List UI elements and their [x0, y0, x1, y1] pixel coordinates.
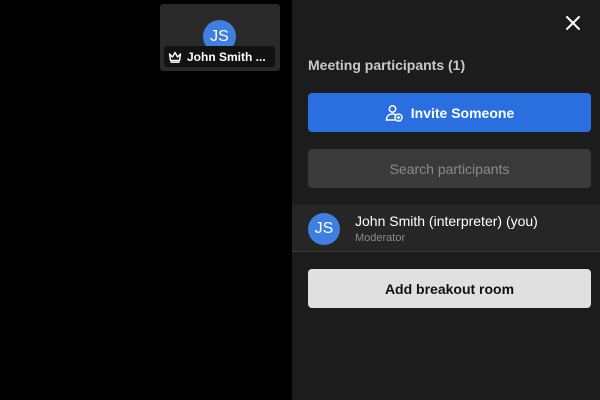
participant-role: Moderator [355, 232, 406, 244]
tile-participant-name: John Smith ... [187, 49, 266, 64]
participant-list-item[interactable]: JS John Smith (interpreter) (you) Modera… [292, 205, 600, 252]
participant-name: John Smith (interpreter) (you) [355, 213, 538, 229]
invite-button-label: Invite Someone [410, 104, 515, 121]
participant-video-tile[interactable]: JS John Smith ... [160, 4, 280, 71]
search-participants-input[interactable] [308, 149, 591, 188]
invite-someone-button[interactable]: Invite Someone [308, 93, 591, 132]
tile-name-bar: John Smith ... [164, 46, 275, 67]
add-breakout-room-button[interactable]: Add breakout room [308, 269, 591, 308]
close-icon[interactable] [564, 14, 582, 32]
add-person-icon [385, 104, 403, 122]
participants-panel: Meeting participants (1) Invite Someone … [292, 0, 600, 400]
participant-avatar: JS [308, 213, 340, 245]
video-stage: JS John Smith ... [0, 0, 292, 400]
panel-title: Meeting participants (1) [308, 57, 466, 73]
crown-icon [168, 51, 182, 63]
breakout-button-label: Add breakout room [384, 280, 515, 297]
